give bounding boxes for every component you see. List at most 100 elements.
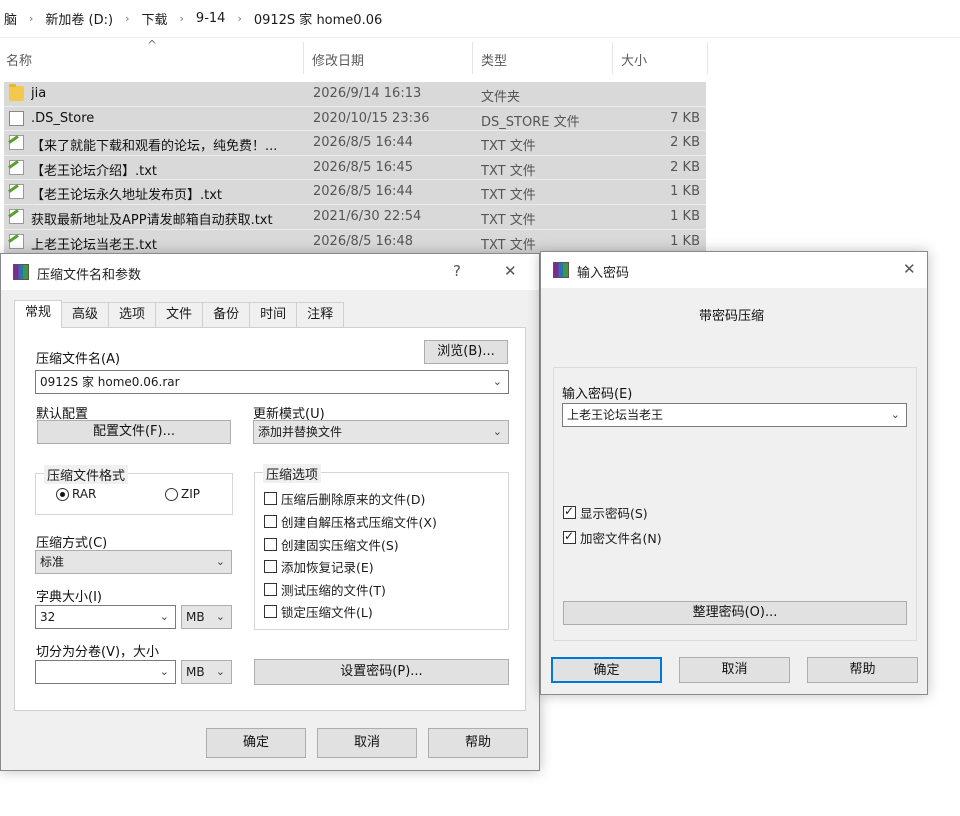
browse-button[interactable]: 浏览(B)... [424, 340, 508, 364]
archive-name-value: 0912S 家 home0.06.rar [40, 375, 180, 389]
archive-tabs: 常规 高级 选项 文件 备份 时间 注释 [14, 300, 345, 328]
file-row[interactable]: .DS_Store 2020/10/15 23:36 DS_STORE 文件 7… [4, 106, 706, 132]
password-dialog-titlebar[interactable]: 输入密码 ✕ [541, 252, 927, 288]
format-rar-label: RAR [72, 487, 97, 501]
file-row[interactable]: 【来了就能下载和观看的论坛，纯免费！... 2026/8/5 16:44 TXT… [4, 131, 706, 156]
file-type: TXT 文件 [481, 163, 536, 179]
chevron-down-icon[interactable]: ⌄ [216, 551, 225, 573]
file-type: 文件夹 [481, 90, 521, 105]
organize-passwords-button[interactable]: 整理密码(O)... [563, 601, 907, 625]
option-test[interactable]: 测试压缩的文件(T) [264, 580, 386, 599]
file-name: 上老王论坛当老王.txt [31, 237, 158, 253]
file-row[interactable]: 【老王论坛永久地址发布页】.txt 2026/8/5 16:44 TXT 文件 … [4, 180, 706, 205]
options-group: 压缩选项 压缩后删除原来的文件(D) 创建自解压格式压缩文件(X) 创建固实压缩… [254, 464, 509, 630]
tab-backup[interactable]: 备份 [202, 302, 251, 328]
column-header-type[interactable]: 类型 [481, 50, 507, 69]
file-name: .DS_Store [31, 110, 95, 126]
encrypt-names-label: 加密文件名(N) [580, 531, 662, 546]
method-select[interactable]: 标准 ⌄ [35, 550, 232, 574]
split-label: 切分为分卷(V)，大小 [36, 645, 160, 660]
breadcrumb-item[interactable]: 9-14 [192, 11, 230, 26]
set-password-button[interactable]: 设置密码(P)... [254, 659, 509, 685]
column-header-name[interactable]: 名称 [6, 50, 32, 69]
column-header-date[interactable]: 修改日期 [312, 50, 364, 69]
txt-file-icon [9, 159, 24, 175]
password-input[interactable]: 上老王论坛当老王 ⌄ [562, 403, 907, 427]
breadcrumb-item[interactable]: 下载 [138, 9, 172, 28]
option-lock[interactable]: 锁定压缩文件(L) [264, 602, 373, 621]
column-divider[interactable] [707, 42, 708, 74]
breadcrumb-item[interactable]: 新加卷 (D:) [41, 9, 117, 28]
folder-icon [9, 84, 24, 101]
option-delete-after[interactable]: 压缩后删除原来的文件(D) [264, 489, 425, 508]
dict-select[interactable]: 32 ⌄ [35, 605, 176, 629]
format-rar-radio[interactable]: RAR [56, 487, 96, 501]
password-ok-button[interactable]: 确定 [551, 657, 662, 683]
tab-files[interactable]: 文件 [155, 302, 204, 328]
option-recovery[interactable]: 添加恢复记录(E) [264, 557, 374, 576]
breadcrumb-item[interactable]: 脑 [0, 9, 21, 28]
update-mode-value: 添加并替换文件 [258, 425, 343, 439]
txt-file-icon [9, 135, 24, 151]
option-sfx[interactable]: 创建自解压格式压缩文件(X) [264, 512, 437, 531]
password-help-button[interactable]: 帮助 [807, 657, 918, 683]
profile-button[interactable]: 配置文件(F)... [37, 420, 231, 444]
archive-help-button[interactable]: 帮助 [428, 728, 528, 758]
chevron-down-icon[interactable]: ⌄ [493, 371, 502, 393]
file-type: TXT 文件 [481, 188, 536, 204]
tab-options[interactable]: 选项 [108, 302, 157, 328]
encrypt-names-checkbox[interactable]: 加密文件名(N) [563, 528, 662, 547]
file-name: 获取最新地址及APP请发邮箱自动获取.txt [31, 212, 273, 228]
dict-unit-select[interactable]: MB ⌄ [181, 605, 232, 629]
tab-general[interactable]: 常规 [14, 300, 63, 328]
update-mode-select[interactable]: 添加并替换文件 ⌄ [253, 420, 509, 444]
file-row[interactable]: jia 2026/9/14 16:13 文件夹 [4, 82, 706, 107]
column-divider[interactable] [472, 42, 473, 74]
chevron-down-icon[interactable]: ⌄ [160, 661, 169, 683]
show-password-checkbox[interactable]: 显示密码(S) [563, 503, 648, 522]
column-headers: ^ 名称 修改日期 类型 大小 [0, 38, 710, 76]
password-cancel-button[interactable]: 取消 [679, 657, 790, 683]
file-name: 【老王论坛永久地址发布页】.txt [31, 188, 223, 204]
chevron-down-icon[interactable]: ⌄ [216, 661, 225, 683]
chevron-down-icon[interactable]: ⌄ [891, 404, 900, 426]
column-divider[interactable] [303, 42, 304, 74]
archive-cancel-button[interactable]: 取消 [317, 728, 417, 758]
close-icon[interactable]: ✕ [504, 262, 517, 280]
breadcrumb-item[interactable]: 0912S 家 home0.06 [250, 9, 386, 28]
file-name: 【来了就能下载和观看的论坛，纯免费！... [31, 139, 278, 155]
archive-ok-button[interactable]: 确定 [206, 728, 306, 758]
file-row[interactable]: 【老王论坛介绍】.txt 2026/8/5 16:45 TXT 文件 2 KB [4, 155, 706, 181]
option-label: 测试压缩的文件(T) [281, 583, 386, 598]
tab-comment[interactable]: 注释 [296, 302, 345, 328]
column-divider[interactable] [612, 42, 613, 74]
radio-icon [165, 487, 178, 501]
file-icon [9, 110, 24, 126]
tab-time[interactable]: 时间 [249, 302, 298, 328]
format-zip-radio[interactable]: ZIP [165, 487, 200, 501]
dict-unit: MB [186, 610, 205, 624]
file-date: 2026/9/14 16:13 [313, 86, 422, 101]
close-icon[interactable]: ✕ [903, 260, 916, 278]
txt-file-icon [9, 233, 24, 249]
tab-advanced[interactable]: 高级 [61, 302, 110, 328]
chevron-down-icon[interactable]: ⌄ [493, 421, 502, 443]
archive-name-combo[interactable]: 0912S 家 home0.06.rar ⌄ [35, 370, 509, 394]
help-icon[interactable]: ? [453, 262, 461, 280]
split-select[interactable]: ⌄ [35, 660, 176, 684]
password-dialog-title: 输入密码 [577, 266, 630, 281]
option-solid[interactable]: 创建固实压缩文件(S) [264, 535, 399, 554]
winrar-icon [553, 262, 569, 278]
chevron-right-icon: › [237, 12, 242, 25]
chevron-right-icon: › [179, 12, 184, 25]
column-header-size[interactable]: 大小 [621, 50, 647, 69]
txt-file-icon [9, 184, 24, 200]
chevron-down-icon[interactable]: ⌄ [160, 606, 169, 628]
chevron-down-icon[interactable]: ⌄ [216, 606, 225, 628]
archive-dialog-titlebar[interactable]: 压缩文件名和参数 ? ✕ [1, 254, 539, 290]
split-unit-select[interactable]: MB ⌄ [181, 660, 232, 684]
password-dialog: 输入密码 ✕ 带密码压缩 输入密码(E) 上老王论坛当老王 ⌄ 显示密码(S) … [540, 251, 928, 695]
file-row[interactable]: 获取最新地址及APP请发邮箱自动获取.txt 2021/6/30 22:54 T… [4, 204, 706, 230]
file-name: 【老王论坛介绍】.txt [31, 163, 158, 179]
file-type: TXT 文件 [481, 237, 536, 253]
